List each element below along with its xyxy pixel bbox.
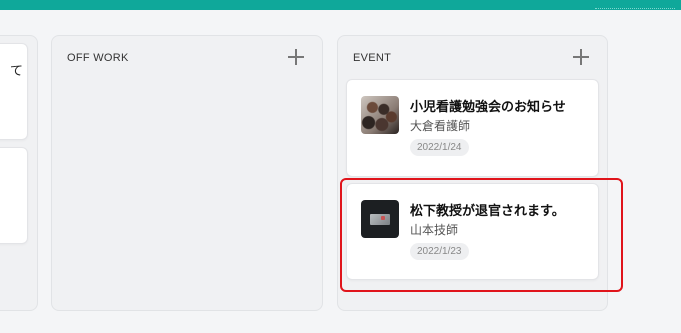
card-thumbnail [361, 96, 399, 134]
column-title: OFF WORK [67, 52, 129, 64]
left-card[interactable]: て [0, 43, 28, 140]
event-card[interactable]: 松下教授が退官されます。 山本技師 2022/1/23 [346, 183, 599, 280]
card-title: 小児看護勉強会のお知らせ [410, 100, 566, 115]
card-thumbnail [361, 200, 399, 238]
left-card-text-snippet: て [9, 64, 23, 79]
card-date-badge: 2022/1/23 [410, 243, 469, 260]
card-date-badge: 2022/1/24 [410, 139, 469, 156]
left-card[interactable] [0, 147, 28, 244]
card-author: 大倉看護師 [410, 119, 471, 133]
top-bar [0, 0, 681, 10]
add-card-icon[interactable] [572, 48, 590, 66]
column-title: EVENT [353, 52, 392, 64]
top-bar-dots [595, 8, 675, 9]
column-event: EVENT 小児看護勉強会のお知らせ 大倉看護師 2022/1/24 松下教授が… [337, 35, 608, 311]
card-thumbnail-image [370, 214, 390, 225]
event-card[interactable]: 小児看護勉強会のお知らせ 大倉看護師 2022/1/24 [346, 79, 599, 177]
card-author: 山本技師 [410, 223, 459, 237]
add-card-icon[interactable] [287, 48, 305, 66]
card-title: 松下教授が退官されます。 [410, 204, 565, 219]
column-off-work: OFF WORK [51, 35, 323, 311]
